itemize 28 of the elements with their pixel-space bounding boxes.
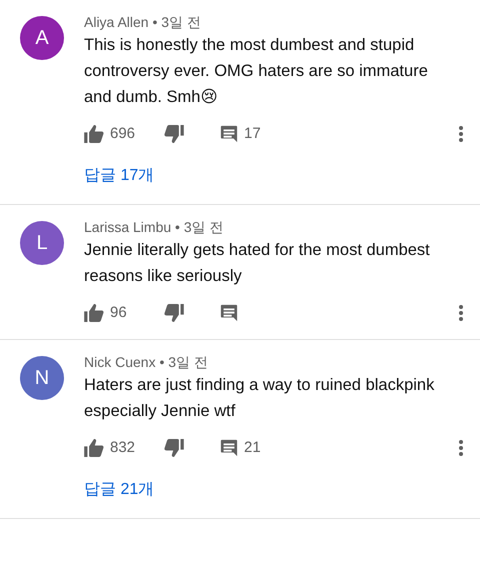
avatar[interactable]: L xyxy=(20,221,64,265)
like-count: 96 xyxy=(110,302,127,323)
comment-text: This is honestly the most dumbest and stupid controversy ever. OMG haters are so immature and dumb. Smh😢 xyxy=(84,35,429,108)
view-replies-link[interactable]: 답글 21개 xyxy=(84,478,154,502)
avatar[interactable]: A xyxy=(20,16,64,60)
comment-text: Haters are just finding a way to ruined blackpink especially Jennie wtf xyxy=(84,375,436,422)
reply-count: 17 xyxy=(244,124,261,144)
comment-icon[interactable] xyxy=(220,439,238,457)
comment-icon[interactable] xyxy=(220,125,238,143)
more-options-icon[interactable] xyxy=(458,304,464,322)
more-options-icon[interactable] xyxy=(458,439,464,457)
thumbs-down-icon[interactable] xyxy=(164,125,184,143)
more-options-icon[interactable] xyxy=(458,125,464,143)
comment-text: Jennie literally gets hated for the most dumbest reasons like seriously xyxy=(84,240,431,287)
view-replies-link[interactable]: 답글 17개 xyxy=(84,164,154,188)
thumbs-down-icon[interactable] xyxy=(164,439,184,457)
comment-icon[interactable] xyxy=(220,304,238,322)
like-count: 696 xyxy=(110,124,136,144)
like-count: 832 xyxy=(110,438,136,458)
thumbs-down-icon[interactable] xyxy=(164,304,184,322)
thumbs-up-icon[interactable] xyxy=(84,125,104,143)
reply-count: 21 xyxy=(244,438,261,458)
comment-meta: Nick Cuenx • 3일 전 xyxy=(84,353,209,372)
comment-meta: Larissa Limbu • 3일 전 xyxy=(84,218,225,237)
thumbs-up-icon[interactable] xyxy=(84,304,104,322)
comment-meta: Aliya Allen • 3일 전 xyxy=(84,13,202,32)
thumbs-up-icon[interactable] xyxy=(84,439,104,457)
avatar[interactable]: N xyxy=(20,356,64,400)
